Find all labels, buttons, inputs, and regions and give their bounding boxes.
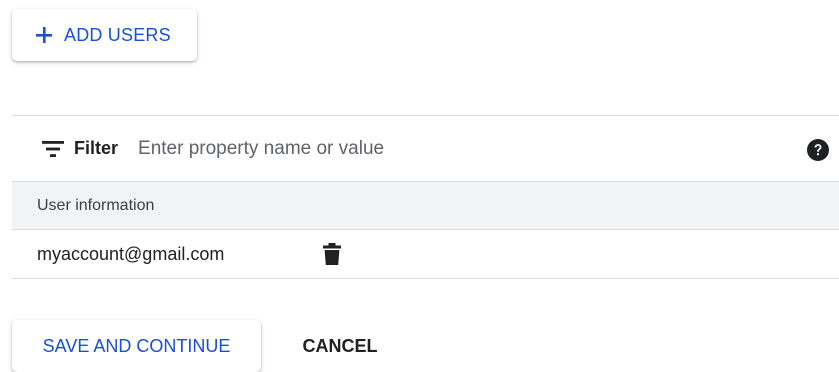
filter-label: Filter [74,138,119,158]
save-and-continue-button[interactable]: SAVE AND CONTINUE [12,320,261,372]
column-header-user-information[interactable]: User information [37,197,154,215]
cancel-button[interactable]: CANCEL [284,320,396,372]
users-table: Filter User information myaccount@gmail.… [12,115,839,279]
add-users-button[interactable]: ADD USERS [12,9,197,61]
filter-input[interactable] [138,137,739,160]
filter-bar: Filter [12,115,839,182]
filter-list-icon[interactable] [42,140,64,157]
table-header-row: User information [12,182,839,230]
help-circle-icon[interactable] [807,139,829,161]
add-users-label: ADD USERS [64,24,171,45]
trash-icon[interactable] [323,243,341,265]
user-email: myaccount@gmail.com [37,243,225,264]
table-row: myaccount@gmail.com [12,230,839,279]
plus-icon [36,27,52,43]
